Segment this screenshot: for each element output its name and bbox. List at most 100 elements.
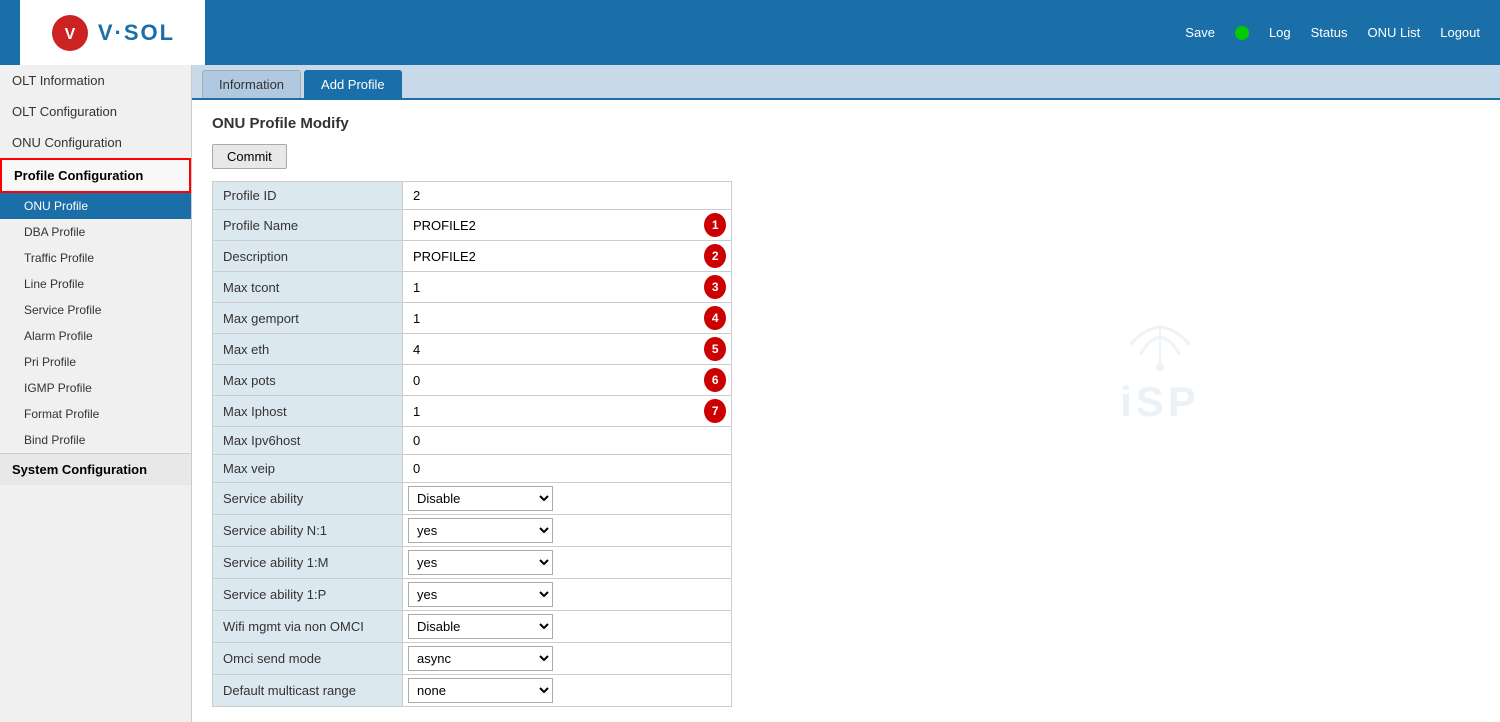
input-max-veip[interactable] bbox=[408, 458, 726, 479]
commit-button[interactable]: Commit bbox=[212, 144, 287, 169]
input-profile-id[interactable] bbox=[408, 185, 726, 206]
page-content: ONU Profile Modify Commit Profile IDProf… bbox=[192, 100, 1500, 722]
form-row-service-ability-1m: Service ability 1:Myesno bbox=[213, 547, 732, 579]
top-header: V V·SOL Save Log Status ONU List Logout bbox=[0, 0, 1500, 65]
form-label-max-pots: Max pots bbox=[213, 365, 403, 396]
input-max-iphost[interactable] bbox=[408, 401, 696, 422]
nav-onu-list[interactable]: ONU List bbox=[1368, 25, 1421, 40]
form-label-wifi-mgmt: Wifi mgmt via non OMCI bbox=[213, 611, 403, 643]
nav-log[interactable]: Log bbox=[1269, 25, 1291, 40]
form-cell-max-gemport: 4 bbox=[403, 303, 732, 334]
form-cell-max-iphost: 7 bbox=[403, 396, 732, 427]
select-wifi-mgmt[interactable]: DisableEnable bbox=[408, 614, 553, 639]
form-label-max-tcont: Max tcont bbox=[213, 272, 403, 303]
select-service-ability-n1[interactable]: yesno bbox=[408, 518, 553, 543]
badge-description: 2 bbox=[704, 244, 726, 268]
form-cell-max-pots: 6 bbox=[403, 365, 732, 396]
form-row-default-multicast-range: Default multicast rangenoneall bbox=[213, 675, 732, 707]
svg-text:V: V bbox=[65, 26, 76, 43]
input-max-tcont[interactable] bbox=[408, 277, 696, 298]
sidebar-item-line-profile[interactable]: Line Profile bbox=[0, 271, 191, 297]
form-cell-service-ability-n1: yesno bbox=[403, 515, 732, 547]
select-service-ability-1m[interactable]: yesno bbox=[408, 550, 553, 575]
form-label-max-gemport: Max gemport bbox=[213, 303, 403, 334]
select-default-multicast-range[interactable]: noneall bbox=[408, 678, 553, 703]
input-max-gemport[interactable] bbox=[408, 308, 696, 329]
form-label-max-eth: Max eth bbox=[213, 334, 403, 365]
form-cell-omci-send-mode: asyncsync bbox=[403, 643, 732, 675]
form-cell-default-multicast-range: noneall bbox=[403, 675, 732, 707]
form-cell-max-tcont: 3 bbox=[403, 272, 732, 303]
badge-profile-name: 1 bbox=[704, 213, 726, 237]
form-table: Profile IDProfile Name 1 Description2Max t… bbox=[212, 181, 732, 707]
form-row-profile-name: Profile Name 1 bbox=[213, 210, 732, 241]
form-label-service-ability-n1: Service ability N:1 bbox=[213, 515, 403, 547]
nav-logout[interactable]: Logout bbox=[1440, 25, 1480, 40]
sidebar-item-olt-config[interactable]: OLT Configuration bbox=[0, 96, 191, 127]
content-area: Information Add Profile ONU Profile Modi… bbox=[192, 65, 1500, 722]
sidebar-item-service-profile[interactable]: Service Profile bbox=[0, 297, 191, 323]
form-row-max-tcont: Max tcont 3 bbox=[213, 272, 732, 303]
form-cell-profile-id bbox=[403, 182, 732, 210]
form-row-service-ability-n1: Service ability N:1yesno bbox=[213, 515, 732, 547]
sidebar-item-alarm-profile[interactable]: Alarm Profile bbox=[0, 323, 191, 349]
badge-max-eth: 5 bbox=[704, 337, 726, 361]
sidebar-item-dba-profile[interactable]: DBA Profile bbox=[0, 219, 191, 245]
page-title: ONU Profile Modify bbox=[212, 115, 1480, 132]
tab-add-profile[interactable]: Add Profile bbox=[304, 70, 402, 98]
sidebar-item-pri-profile[interactable]: Pri Profile bbox=[0, 349, 191, 375]
sidebar-item-profile-config[interactable]: Profile Configuration bbox=[0, 158, 191, 193]
select-service-ability[interactable]: DisableEnable bbox=[408, 486, 553, 511]
form-cell-max-veip bbox=[403, 455, 732, 483]
input-max-ipv6host[interactable] bbox=[408, 430, 726, 451]
input-max-pots[interactable] bbox=[408, 370, 696, 391]
sidebar-item-onu-profile[interactable]: ONU Profile bbox=[0, 193, 191, 219]
form-label-service-ability: Service ability bbox=[213, 483, 403, 515]
form-row-max-iphost: Max Iphost7 bbox=[213, 396, 732, 427]
form-label-default-multicast-range: Default multicast range bbox=[213, 675, 403, 707]
sidebar-item-onu-config[interactable]: ONU Configuration bbox=[0, 127, 191, 158]
form-cell-max-eth: 5 bbox=[403, 334, 732, 365]
sidebar-item-olt-info[interactable]: OLT Information bbox=[0, 65, 191, 96]
badge-max-tcont: 3 bbox=[704, 275, 726, 299]
form-label-profile-id: Profile ID bbox=[213, 182, 403, 210]
form-label-profile-name: Profile Name bbox=[213, 210, 403, 241]
isp-watermark: iSP bbox=[1120, 315, 1200, 426]
sidebar-item-traffic-profile[interactable]: Traffic Profile bbox=[0, 245, 191, 271]
sidebar-item-format-profile[interactable]: Format Profile bbox=[0, 401, 191, 427]
sidebar-item-system-config[interactable]: System Configuration bbox=[0, 453, 191, 485]
form-cell-description: 2 bbox=[403, 241, 732, 272]
form-cell-max-ipv6host bbox=[403, 427, 732, 455]
save-button[interactable]: Save bbox=[1185, 25, 1215, 40]
form-cell-service-ability: DisableEnable bbox=[403, 483, 732, 515]
logo-area: V V·SOL bbox=[20, 0, 205, 65]
tab-information[interactable]: Information bbox=[202, 70, 301, 98]
form-cell-service-ability-1m: yesno bbox=[403, 547, 732, 579]
form-cell-profile-name: 1 bbox=[403, 210, 732, 241]
form-row-omci-send-mode: Omci send modeasyncsync bbox=[213, 643, 732, 675]
badge-max-gemport: 4 bbox=[704, 306, 726, 330]
sidebar-item-igmp-profile[interactable]: IGMP Profile bbox=[0, 375, 191, 401]
form-row-wifi-mgmt: Wifi mgmt via non OMCIDisableEnable bbox=[213, 611, 732, 643]
form-label-omci-send-mode: Omci send mode bbox=[213, 643, 403, 675]
input-max-eth[interactable] bbox=[408, 339, 696, 360]
status-indicator bbox=[1235, 26, 1249, 40]
main-layout: OLT Information OLT Configuration ONU Co… bbox=[0, 65, 1500, 722]
nav-status[interactable]: Status bbox=[1311, 25, 1348, 40]
sidebar-item-bind-profile[interactable]: Bind Profile bbox=[0, 427, 191, 453]
form-cell-service-ability-1p: yesno bbox=[403, 579, 732, 611]
select-omci-send-mode[interactable]: asyncsync bbox=[408, 646, 553, 671]
badge-max-pots: 6 bbox=[704, 368, 726, 392]
logo-text: V·SOL bbox=[98, 20, 175, 46]
input-profile-name[interactable] bbox=[408, 215, 696, 236]
sidebar: OLT Information OLT Configuration ONU Co… bbox=[0, 65, 192, 722]
input-description[interactable] bbox=[408, 246, 696, 267]
form-row-profile-id: Profile ID bbox=[213, 182, 732, 210]
form-row-description: Description2 bbox=[213, 241, 732, 272]
form-row-max-gemport: Max gemport 4 bbox=[213, 303, 732, 334]
isp-wifi-icon bbox=[1120, 315, 1200, 375]
form-cell-wifi-mgmt: DisableEnable bbox=[403, 611, 732, 643]
select-service-ability-1p[interactable]: yesno bbox=[408, 582, 553, 607]
top-nav: Save Log Status ONU List Logout bbox=[1185, 25, 1480, 40]
badge-max-iphost: 7 bbox=[704, 399, 726, 423]
